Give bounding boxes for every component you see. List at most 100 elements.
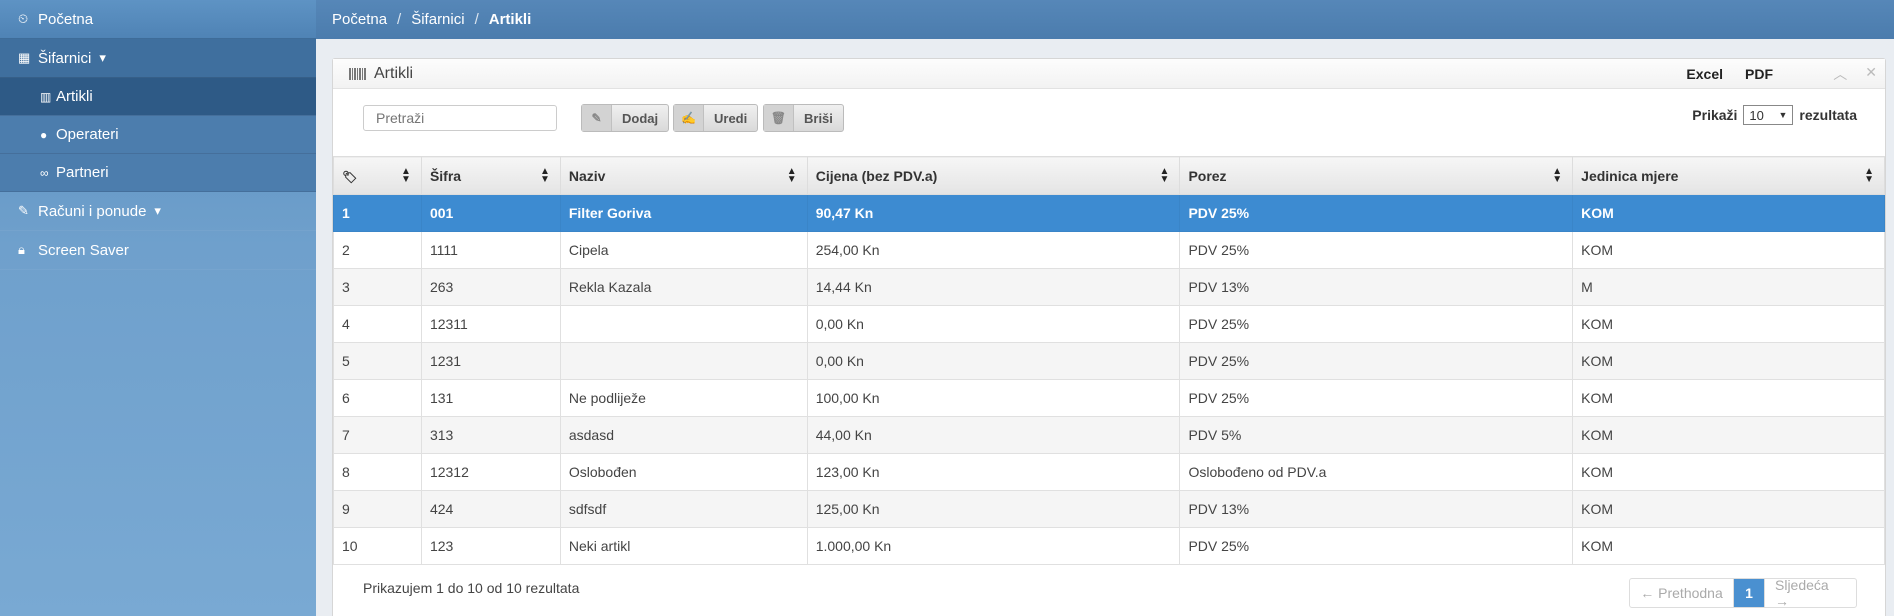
column-header[interactable]: 🏷︎ ▲ ▼ [333,156,422,195]
table-cell: 9 [333,490,422,528]
table-row[interactable]: 10 123 Neki artikl 1.000,00 Kn PDV 25% KOM [333,527,1885,565]
chevron-down-icon: ▾ [99,50,106,65]
table-cell: 10 [333,527,422,565]
pagination: ← Prethodna 1 Sljedeća → [1629,578,1857,608]
tag-icon: 🏷︎ [342,169,358,184]
add-button[interactable]: ✎ Dodaj [581,104,670,132]
collapse-icon[interactable]: ︿ [1833,64,1847,84]
table-cell: 131 [420,379,561,417]
nav-item-screen-saver[interactable]: 🔒︎ Screen Saver [0,231,316,270]
table-cell: 001 [420,194,561,232]
column-header[interactable]: Naziv ▲ ▼ [559,156,808,195]
table-cell: 1231 [420,342,561,380]
nav-item-racuni[interactable]: ✎ Računi i ponude ▾ [0,192,316,231]
edit-button[interactable]: ✍ Uredi [673,104,759,132]
nav-item-sifarnici[interactable]: ▦ Šifarnici ▾ [0,39,316,78]
table-row[interactable]: 4 12311 0,00 Kn PDV 25% KOM [333,305,1885,343]
table-cell: KOM [1572,305,1885,343]
table-cell: 100,00 Kn [806,379,1181,417]
breadcrumb-home[interactable]: Početna [332,11,387,28]
table-cell: 125,00 Kn [806,490,1181,528]
table-cell: 12312 [420,453,561,491]
table-row[interactable]: 6 131 Ne podliježe 100,00 Kn PDV 25% KOM [333,379,1885,417]
table-cell: PDV 25% [1179,305,1574,343]
sidebar-item-operateri[interactable]: ● Operateri [0,116,316,154]
table-cell: 12311 [420,305,561,343]
search-input[interactable] [363,105,557,131]
next-page-button[interactable]: Sljedeća → [1764,579,1856,607]
table-row[interactable]: 5 1231 0,00 Kn PDV 25% KOM [333,342,1885,380]
chevron-down-icon: ▾ [154,203,161,218]
nav-label: Screen Saver [38,241,129,259]
column-header[interactable]: Porez ▲ ▼ [1179,156,1574,195]
table-row[interactable]: 8 12312 Oslobođen 123,00 Kn Oslobođeno od PD… [333,453,1885,491]
user-icon: ● [40,127,48,142]
sidebar-item-artikli[interactable]: ▥ Artikli [0,78,316,116]
table-row[interactable]: 2 1111 Cipela 254,00 Kn PDV 25% KOM [333,231,1885,269]
sub-label: Partneri [56,164,109,181]
nav-item-pocetna[interactable]: ⏲ Početna [0,0,316,39]
nav-label: Računi i ponude [38,202,147,220]
table-cell: PDV 25% [1179,194,1574,232]
sort-icon: ▲ ▼ [539,166,550,185]
table-cell: sdfsdf [559,490,808,528]
close-icon[interactable]: ✕ [1865,64,1877,84]
table-cell: 123,00 Kn [806,453,1181,491]
table-cell: PDV 5% [1179,416,1574,454]
trash-icon: 🗑︎ [764,105,794,131]
table-cell: 424 [420,490,561,528]
prev-page-button[interactable]: ← Prethodna [1630,579,1734,607]
breadcrumb-current: Artikli [488,11,532,28]
sort-icon: ▲ ▼ [1864,166,1874,185]
table-cell: 1111 [420,231,561,269]
column-header[interactable]: Šifra ▲ ▼ [420,156,561,195]
table-cell: 7 [333,416,422,454]
breadcrumb-separator: / [397,11,402,28]
export-excel-button[interactable]: Excel [1686,66,1723,82]
delete-button-label: Briši [804,110,833,126]
export-pdf-button[interactable]: PDF [1745,66,1773,82]
artikli-table: 🏷︎ ▲ ▼ Šifra ▲ ▼ Naziv ▲ ▼ Cijena (bez PDV.a) ▲ ▼ Po… [333,156,1885,565]
table-cell: 263 [420,268,561,306]
table-cell: 123 [420,527,561,565]
edit-icon: ✎ [18,203,29,218]
page-size-select[interactable]: 10 ▼ [1743,105,1794,125]
edit-button-label: Uredi [714,110,748,126]
table-row[interactable]: 9 424 sdfsdf 125,00 Kn PDV 13% KOM [333,490,1885,528]
delete-button[interactable]: 🗑︎ Briši [763,104,844,132]
column-header[interactable]: Jedinica mjere ▲ ▼ [1572,156,1885,195]
table-cell: 6 [333,379,422,417]
table-cell: Oslobođen [559,453,808,491]
table-cell: KOM [1572,453,1885,491]
table-cell [559,342,808,380]
table-cell: PDV 13% [1179,490,1574,528]
sub-label: Artikli [56,88,93,105]
column-header-label: Naziv [568,167,606,184]
page-size-suffix: rezultata [1799,107,1857,123]
column-header[interactable]: Cijena (bez PDV.a) ▲ ▼ [806,156,1181,195]
nav-label: Početna [38,10,94,28]
sort-icon: ▲ ▼ [1159,166,1170,185]
breadcrumb-section[interactable]: Šifarnici [411,11,464,28]
table-row[interactable]: 3 263 Rekla Kazala 14,44 Kn PDV 13% M [333,268,1885,306]
table-cell: KOM [1572,194,1885,232]
table-cell: Cipela [559,231,808,269]
page-size-value: 10 [1749,107,1764,123]
barcode-icon: ▥ [40,89,52,104]
table-cell: 44,00 Kn [806,416,1181,454]
column-header-label: Šifra [429,167,462,184]
page-size-control: Prikaži 10 ▼ rezultata [1692,105,1857,125]
table-cell: 313 [420,416,561,454]
edit-icon: ✍ [674,105,704,131]
table-cell: 2 [333,231,422,269]
column-header-label: Porez [1188,167,1227,184]
results-info: Prikazujem 1 do 10 od 10 rezultata [363,580,580,596]
sort-icon: ▲ ▼ [401,166,411,185]
sidebar-item-partneri[interactable]: ∞ Partneri [0,154,316,192]
page-1-button[interactable]: 1 [1734,579,1764,607]
table-row[interactable]: 7 313 asdasd 44,00 Kn PDV 5% KOM [333,416,1885,454]
add-button-label: Dodaj [622,110,659,126]
table-row[interactable]: 1 001 Filter Goriva 90,47 Kn PDV 25% KOM [333,194,1885,232]
table-cell: 1.000,00 Kn [806,527,1181,565]
link-icon: ∞ [40,165,49,180]
